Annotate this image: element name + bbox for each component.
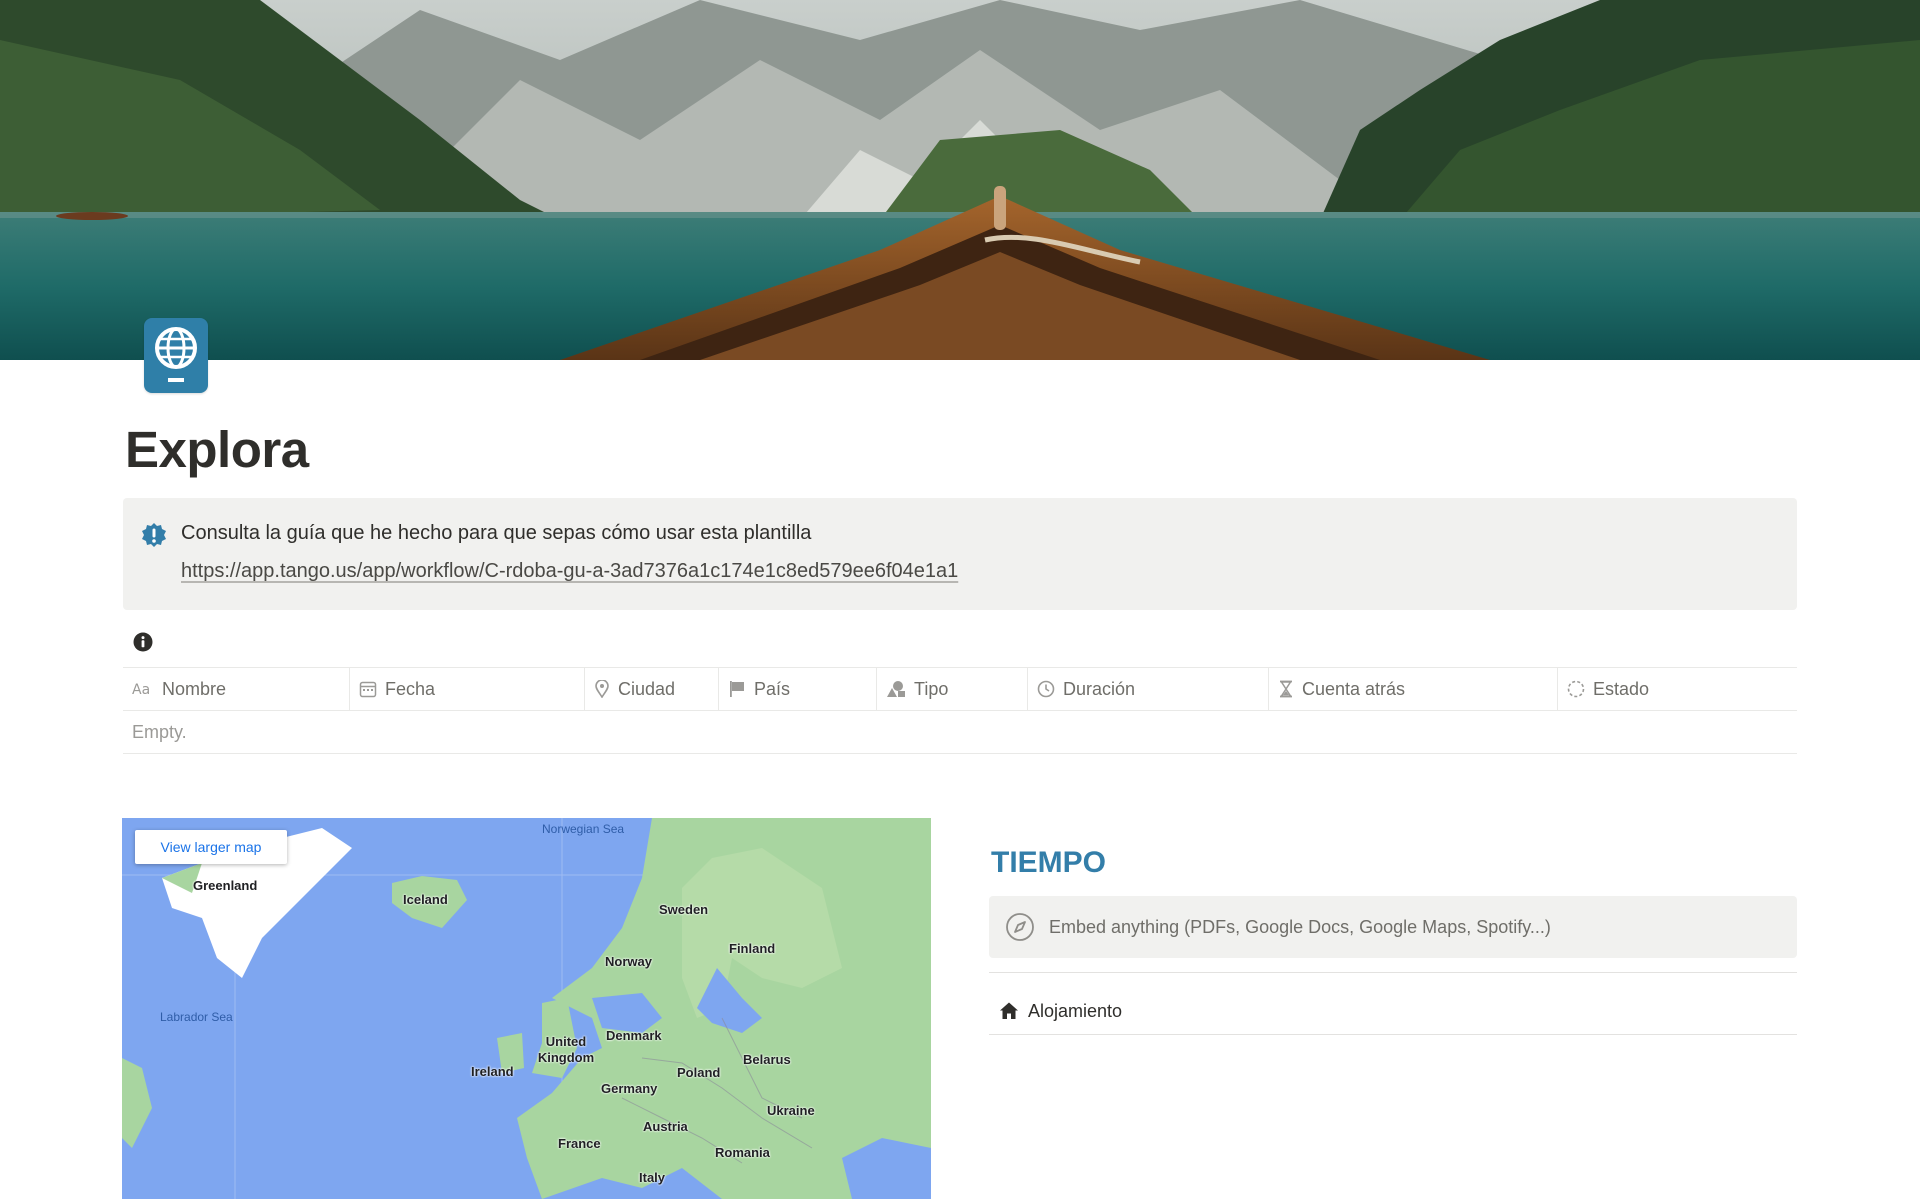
map-place-label: France xyxy=(558,1136,601,1151)
map-place-label: Germany xyxy=(601,1081,658,1096)
divider xyxy=(989,972,1797,973)
alojamiento-page-link[interactable]: Alojamiento xyxy=(989,988,1797,1035)
text-aa-icon: Aa xyxy=(132,682,150,697)
guide-callout: Consulta la guía que he hecho para que s… xyxy=(123,498,1797,610)
alojamiento-label: Alojamiento xyxy=(1028,1000,1123,1021)
column-pais[interactable]: País xyxy=(719,668,877,710)
callout-text: Consulta la guía que he hecho para que s… xyxy=(181,522,812,544)
column-tipo[interactable]: Tipo xyxy=(877,668,1028,710)
trips-database: Aa Nombre Fecha Ciudad País Tipo Duració… xyxy=(123,667,1797,754)
view-larger-map-button[interactable]: View larger map xyxy=(135,830,287,864)
column-label: Ciudad xyxy=(618,678,676,699)
map-place-label: Denmark xyxy=(606,1028,662,1043)
map-place-label: Ukraine xyxy=(767,1103,815,1118)
info-icon[interactable] xyxy=(133,632,153,652)
flag-icon xyxy=(730,681,744,697)
shapes-icon xyxy=(887,681,905,697)
map-embed[interactable]: View larger map Norwegian Sea Labrador S… xyxy=(122,818,931,1199)
column-label: Tipo xyxy=(914,678,949,699)
column-cuenta-atras[interactable]: Cuenta atrás xyxy=(1269,668,1558,710)
column-label: Cuenta atrás xyxy=(1302,678,1406,699)
compass-icon xyxy=(1006,913,1034,941)
svg-text:Aa: Aa xyxy=(132,682,150,697)
map-illustration xyxy=(122,818,931,1199)
column-duracion[interactable]: Duración xyxy=(1028,668,1269,710)
column-ciudad[interactable]: Ciudad xyxy=(585,668,719,710)
hourglass-icon xyxy=(1280,680,1292,698)
calendar-icon xyxy=(359,681,377,698)
column-label: País xyxy=(754,678,791,699)
embed-placeholder: Embed anything (PDFs, Google Docs, Googl… xyxy=(1049,916,1551,937)
exclamation-badge-icon xyxy=(142,523,166,547)
clock-icon xyxy=(1037,680,1055,698)
map-sea-label: Norwegian Sea xyxy=(542,822,625,836)
map-place-label: Sweden xyxy=(659,902,709,917)
map-place-label: Romania xyxy=(715,1145,770,1160)
map-sea-label: Labrador Sea xyxy=(160,1010,233,1024)
column-label: Estado xyxy=(1593,678,1650,699)
table-header: Aa Nombre Fecha Ciudad País Tipo Duració… xyxy=(123,667,1797,711)
map-place-label: Greenland xyxy=(193,878,258,893)
tiempo-heading[interactable]: TIEMPO xyxy=(991,846,1106,880)
map-place-label: Italy xyxy=(639,1170,666,1185)
status-circle-icon xyxy=(1567,680,1585,698)
map-place-label: Iceland xyxy=(403,892,448,907)
map-place-label: Norway xyxy=(605,954,652,969)
page-title[interactable]: Explora xyxy=(125,420,309,479)
column-label: Fecha xyxy=(385,678,436,699)
cover-image xyxy=(0,0,1920,360)
cover-illustration xyxy=(0,0,1920,360)
tango-guide-link[interactable]: https://app.tango.us/app/workflow/C-rdob… xyxy=(181,560,958,583)
empty-row[interactable]: Empty. xyxy=(123,711,1797,754)
column-estado[interactable]: Estado xyxy=(1558,668,1797,710)
column-label: Duración xyxy=(1063,678,1136,699)
embed-block[interactable]: Embed anything (PDFs, Google Docs, Googl… xyxy=(989,896,1797,958)
map-place-label: Finland xyxy=(729,941,776,956)
map-place-label: Poland xyxy=(677,1065,721,1080)
map-place-label: Ireland xyxy=(471,1064,514,1079)
location-pin-icon xyxy=(595,680,609,698)
house-icon xyxy=(1000,1002,1018,1019)
column-fecha[interactable]: Fecha xyxy=(350,668,585,710)
map-place-label: Austria xyxy=(643,1119,688,1134)
column-nombre[interactable]: Aa Nombre xyxy=(123,668,350,710)
map-place-label: United Kingdom xyxy=(537,1034,595,1065)
passport-globe-icon[interactable] xyxy=(144,318,208,393)
column-label: Nombre xyxy=(162,678,227,699)
map-place-label: Belarus xyxy=(743,1052,791,1067)
